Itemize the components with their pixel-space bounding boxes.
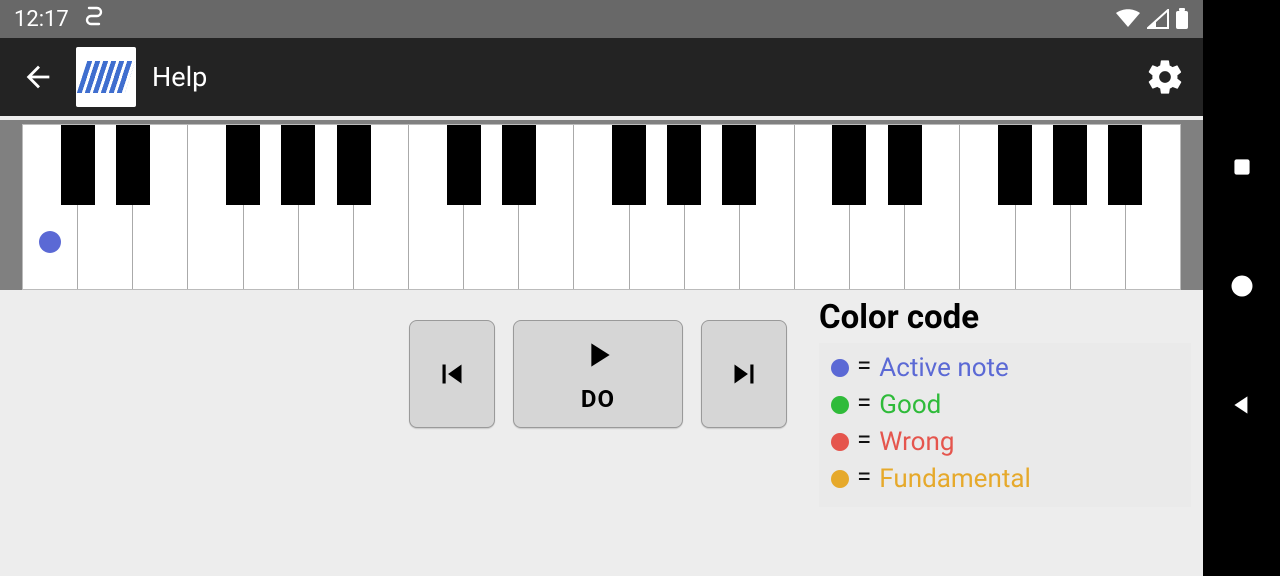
black-key[interactable] <box>226 125 260 205</box>
nav-home-button[interactable] <box>1228 272 1256 304</box>
black-key[interactable] <box>888 125 922 205</box>
content-area: DO Color code =Active note=Good=Wrong=Fu… <box>0 290 1203 576</box>
legend-label: Active note <box>879 352 1009 384</box>
legend-row: =Good <box>831 386 1179 423</box>
playback-controls: DO <box>409 320 787 428</box>
current-note-label: DO <box>581 385 615 413</box>
nav-back-button[interactable] <box>1229 392 1255 422</box>
play-button[interactable]: DO <box>513 320 683 428</box>
black-key[interactable] <box>61 125 95 205</box>
legend-equals: = <box>857 350 871 385</box>
black-key[interactable] <box>612 125 646 205</box>
legend-label: Fundamental <box>879 463 1031 495</box>
legend-dot-icon <box>831 396 849 414</box>
app-bar: Help <box>0 38 1203 116</box>
legend-row: =Active note <box>831 349 1179 386</box>
legend-dot-icon <box>831 433 849 451</box>
legend-equals: = <box>857 461 871 496</box>
black-key[interactable] <box>116 125 150 205</box>
black-key[interactable] <box>667 125 701 205</box>
legend-label: Wrong <box>879 426 954 458</box>
black-key[interactable] <box>1053 125 1087 205</box>
nav-recent-button[interactable] <box>1229 154 1255 184</box>
active-note-dot <box>39 231 61 253</box>
status-time: 12:17 <box>14 7 69 32</box>
status-bar: 12:17 <box>0 0 1203 38</box>
page-title: Help <box>152 61 207 93</box>
black-key[interactable] <box>1108 125 1142 205</box>
next-button[interactable] <box>701 320 787 428</box>
black-key[interactable] <box>281 125 315 205</box>
black-key[interactable] <box>832 125 866 205</box>
legend-row: =Wrong <box>831 423 1179 460</box>
battery-icon <box>1175 8 1189 30</box>
status-app-icon <box>85 6 103 32</box>
black-key[interactable] <box>502 125 536 205</box>
black-key[interactable] <box>447 125 481 205</box>
back-button[interactable] <box>14 53 62 101</box>
legend-dot-icon <box>831 470 849 488</box>
color-code-legend: Color code =Active note=Good=Wrong=Funda… <box>819 298 1191 507</box>
piano-keyboard <box>22 124 1181 290</box>
previous-button[interactable] <box>409 320 495 428</box>
black-key[interactable] <box>337 125 371 205</box>
legend-equals: = <box>857 387 871 422</box>
settings-button[interactable] <box>1141 53 1189 101</box>
black-key[interactable] <box>722 125 756 205</box>
legend-row: =Fundamental <box>831 460 1179 497</box>
cell-signal-icon <box>1147 9 1169 29</box>
app-logo <box>76 47 136 107</box>
legend-equals: = <box>857 424 871 459</box>
legend-title: Color code <box>819 298 1191 337</box>
legend-label: Good <box>879 389 941 421</box>
wifi-icon <box>1115 9 1141 29</box>
black-key[interactable] <box>998 125 1032 205</box>
legend-dot-icon <box>831 359 849 377</box>
piano-container <box>0 120 1203 290</box>
system-navbar <box>1203 0 1280 576</box>
